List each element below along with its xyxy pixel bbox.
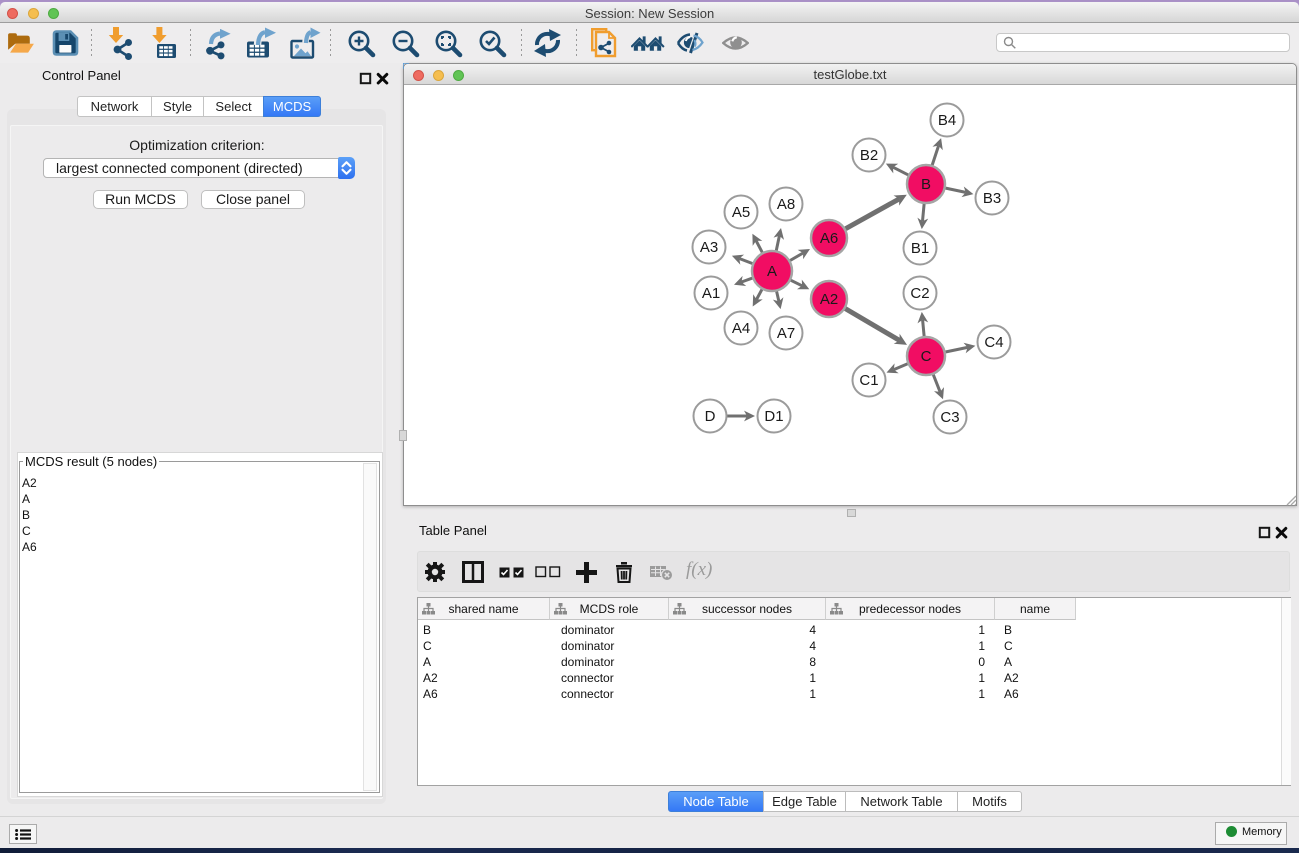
svg-text:A3: A3 <box>700 239 718 256</box>
svg-text:B2: B2 <box>860 147 878 164</box>
svg-text:A7: A7 <box>777 325 795 342</box>
svg-text:B4: B4 <box>938 112 956 129</box>
svg-text:C3: C3 <box>940 409 959 426</box>
svg-text:B1: B1 <box>911 240 929 257</box>
svg-text:A4: A4 <box>732 320 750 337</box>
svg-text:A8: A8 <box>777 196 795 213</box>
svg-text:B3: B3 <box>983 190 1001 207</box>
svg-text:A2: A2 <box>820 291 838 308</box>
svg-text:D1: D1 <box>764 408 783 425</box>
svg-text:A1: A1 <box>702 285 720 302</box>
svg-text:A: A <box>767 263 777 280</box>
svg-text:C1: C1 <box>859 372 878 389</box>
svg-text:C: C <box>921 348 932 365</box>
svg-text:D: D <box>705 408 716 425</box>
svg-text:A5: A5 <box>732 204 750 221</box>
svg-text:B: B <box>921 176 931 193</box>
svg-text:A6: A6 <box>820 230 838 247</box>
svg-text:C2: C2 <box>910 285 929 302</box>
svg-text:C4: C4 <box>984 334 1003 351</box>
